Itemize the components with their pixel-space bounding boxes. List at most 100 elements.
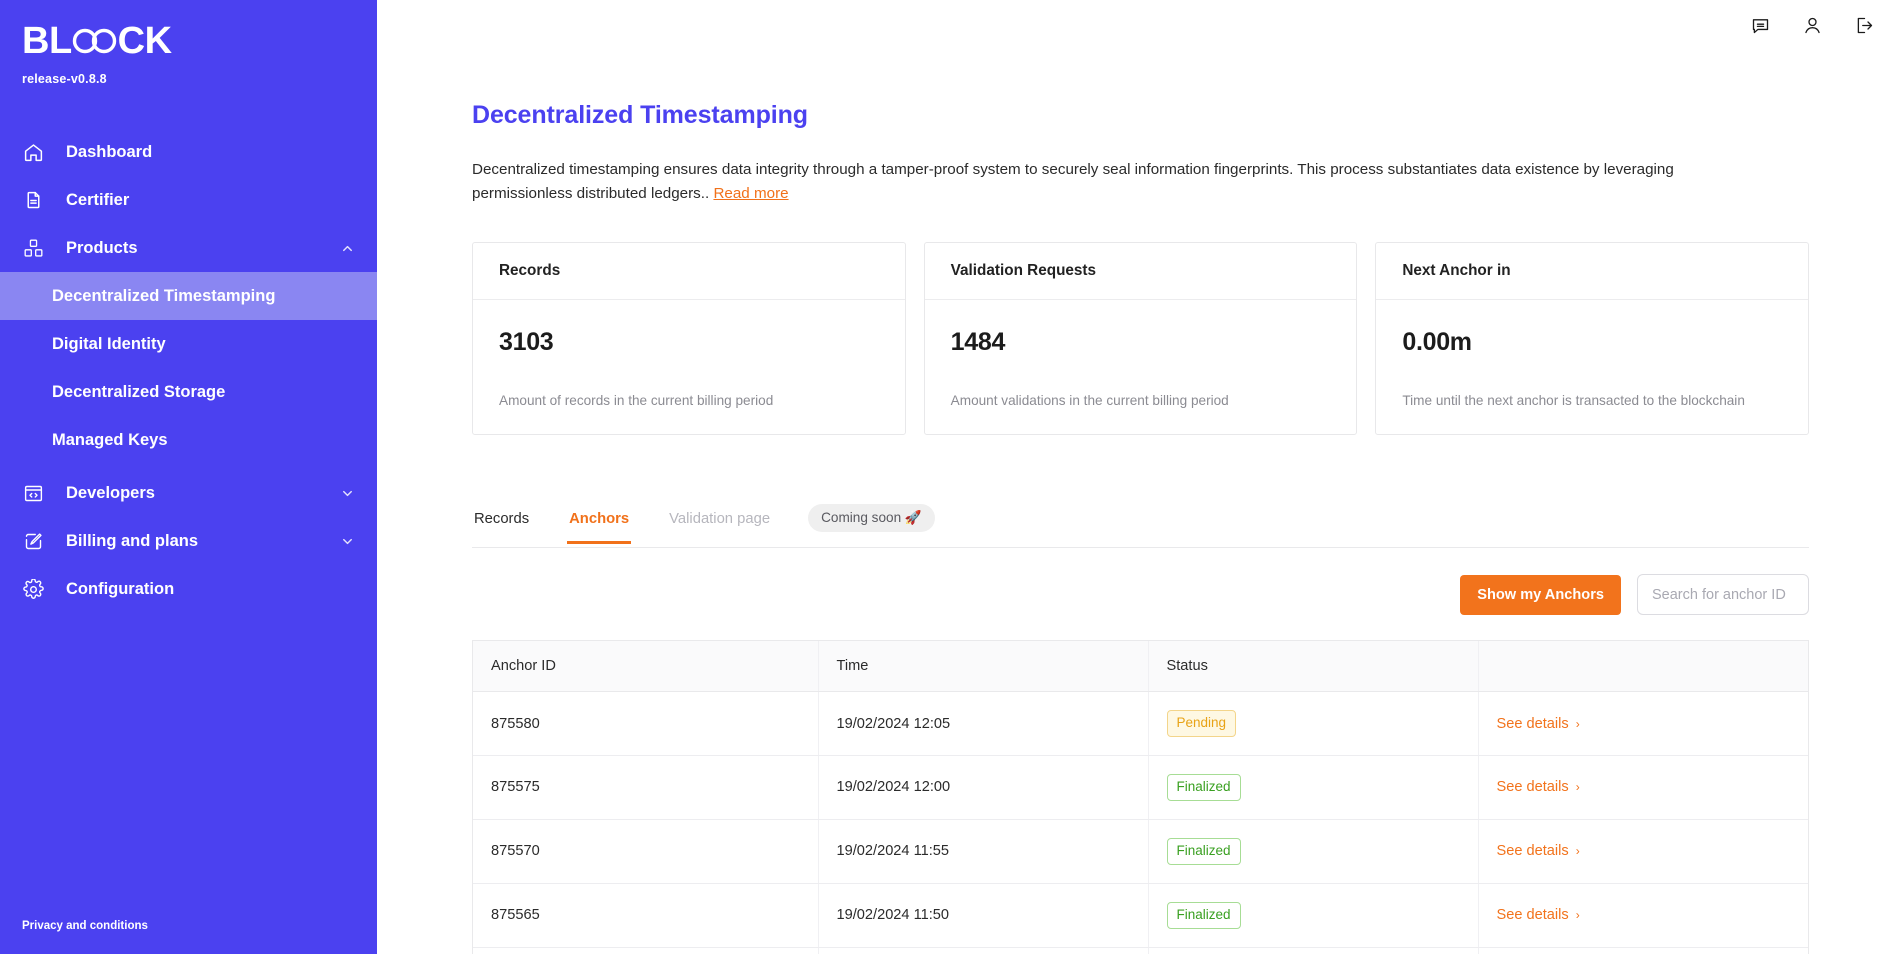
document-icon bbox=[22, 189, 44, 211]
cell-status: Finalized bbox=[1148, 819, 1479, 884]
cell-status: Pending bbox=[1148, 691, 1479, 756]
stat-card-body: 0.00m Time until the next anchor is tran… bbox=[1376, 300, 1808, 434]
stat-card-description: Time until the next anchor is transacted… bbox=[1402, 393, 1745, 409]
anchors-table: Anchor ID Time Status 875580 19/02/2024 … bbox=[472, 640, 1809, 954]
coming-soon-badge: Coming soon 🚀 bbox=[808, 504, 935, 533]
privacy-and-conditions-link[interactable]: Privacy and conditions bbox=[22, 920, 148, 932]
sidebar-item-label: Products bbox=[66, 238, 138, 257]
sidebar-subitem-label: Decentralized Timestamping bbox=[52, 286, 276, 305]
sidebar-subitem-label: Decentralized Storage bbox=[52, 382, 226, 401]
app-root: BL CK release-v0.8.8 Dashboard Certifier… bbox=[0, 0, 1903, 954]
see-details-link[interactable]: See details › bbox=[1497, 779, 1580, 795]
sidebar-item-dashboard[interactable]: Dashboard bbox=[0, 128, 377, 176]
read-more-link[interactable]: Read more bbox=[713, 185, 788, 202]
see-details-link[interactable]: See details › bbox=[1497, 843, 1580, 859]
chevron-right-icon: › bbox=[1575, 780, 1580, 795]
user-icon[interactable] bbox=[1801, 14, 1823, 36]
show-my-anchors-button[interactable]: Show my Anchors bbox=[1460, 574, 1621, 615]
see-details-link[interactable]: See details › bbox=[1497, 716, 1580, 732]
table-row: 875560 19/02/2024 11:45 Finalized See de… bbox=[473, 947, 1808, 954]
cell-time: 19/02/2024 11:45 bbox=[818, 947, 1149, 954]
cell-time: 19/02/2024 11:55 bbox=[818, 819, 1149, 884]
cell-status: Finalized bbox=[1148, 947, 1479, 954]
topbar bbox=[377, 0, 1903, 40]
sidebar-item-digital-identity[interactable]: Digital Identity bbox=[0, 320, 377, 368]
column-header-anchor-id: Anchor ID bbox=[473, 641, 819, 693]
brand: BL CK release-v0.8.8 bbox=[0, 0, 377, 86]
sidebar: BL CK release-v0.8.8 Dashboard Certifier… bbox=[0, 0, 377, 954]
tab-anchors[interactable]: Anchors bbox=[567, 511, 632, 544]
table-header-row: Anchor ID Time Status bbox=[473, 641, 1808, 693]
stat-card-description: Amount validations in the current billin… bbox=[950, 393, 1229, 409]
see-details-label: See details bbox=[1496, 779, 1569, 796]
page-intro: Decentralized timestamping ensures data … bbox=[472, 158, 1772, 205]
stat-card-title: Records bbox=[473, 243, 905, 301]
cell-actions: See details › bbox=[1478, 691, 1808, 756]
stat-card-records: Records 3103 Amount of records in the cu… bbox=[472, 242, 906, 436]
table-row: 875580 19/02/2024 12:05 Pending See deta… bbox=[473, 691, 1808, 756]
status-badge: Pending bbox=[1166, 710, 1237, 737]
cell-anchor-id: 875565 bbox=[473, 883, 819, 948]
table-body: 875580 19/02/2024 12:05 Pending See deta… bbox=[473, 691, 1808, 954]
content-area: Decentralized Timestamping Decentralized… bbox=[377, 40, 1903, 954]
sidebar-item-label: Billing and plans bbox=[66, 531, 199, 550]
chevron-down-icon[interactable] bbox=[340, 486, 355, 501]
sidebar-item-label: Developers bbox=[66, 483, 155, 502]
stat-card-body: 1484 Amount validations in the current b… bbox=[925, 300, 1357, 434]
chevron-up-icon[interactable] bbox=[340, 241, 355, 256]
cell-anchor-id: 875575 bbox=[473, 755, 819, 820]
release-version: release-v0.8.8 bbox=[22, 72, 107, 86]
tab-records[interactable]: Records bbox=[472, 511, 531, 544]
logout-icon[interactable] bbox=[1853, 14, 1875, 36]
home-icon bbox=[22, 141, 44, 163]
sidebar-item-managed-keys[interactable]: Managed Keys bbox=[0, 416, 377, 464]
sidebar-subitem-label: Digital Identity bbox=[52, 334, 166, 353]
main-content: Decentralized Timestamping Decentralized… bbox=[377, 0, 1903, 954]
chevron-down-icon[interactable] bbox=[340, 534, 355, 549]
cell-anchor-id: 875560 bbox=[473, 947, 819, 954]
chat-bubble-icon[interactable] bbox=[1749, 14, 1771, 36]
cell-status: Finalized bbox=[1148, 755, 1479, 820]
table-toolbar: Show my Anchors bbox=[472, 574, 1809, 616]
sidebar-item-products[interactable]: Products bbox=[0, 224, 377, 272]
see-details-link[interactable]: See details › bbox=[1497, 907, 1580, 923]
stat-card-value: 3103 bbox=[499, 328, 554, 357]
stat-card-title: Next Anchor in bbox=[1376, 243, 1809, 301]
column-header-status: Status bbox=[1148, 641, 1479, 693]
see-details-label: See details bbox=[1496, 907, 1569, 924]
stat-card-value: 1484 bbox=[950, 328, 1006, 357]
cell-time: 19/02/2024 11:50 bbox=[818, 883, 1149, 948]
cell-actions: See details › bbox=[1478, 947, 1808, 954]
chevron-right-icon: › bbox=[1575, 844, 1580, 859]
see-details-label: See details bbox=[1496, 715, 1569, 732]
search-anchor-input[interactable] bbox=[1637, 574, 1809, 616]
cell-actions: See details › bbox=[1478, 819, 1808, 884]
code-window-icon bbox=[22, 482, 44, 504]
sidebar-subitem-label: Managed Keys bbox=[52, 430, 168, 449]
sidebar-item-certifier[interactable]: Certifier bbox=[0, 176, 377, 224]
sidebar-nav: Dashboard Certifier Products Decentraliz… bbox=[0, 128, 377, 613]
cell-anchor-id: 875580 bbox=[473, 691, 819, 756]
sidebar-item-configuration[interactable]: Configuration bbox=[0, 565, 377, 613]
sidebar-item-label: Certifier bbox=[66, 190, 130, 209]
table-row: 875570 19/02/2024 11:55 Finalized See de… bbox=[473, 819, 1808, 884]
sidebar-item-decentralized-timestamping[interactable]: Decentralized Timestamping bbox=[0, 272, 377, 320]
stat-cards: Records 3103 Amount of records in the cu… bbox=[472, 242, 1810, 436]
table-head: Anchor ID Time Status bbox=[473, 641, 1808, 693]
tab-validation-page: Validation page bbox=[669, 510, 771, 527]
cubes-icon bbox=[22, 237, 44, 259]
stat-card-next-anchor-in: Next Anchor in 0.00m Time until the next… bbox=[1375, 242, 1810, 436]
stat-card-body: 3103 Amount of records in the current bi… bbox=[473, 300, 905, 434]
page-title: Decentralized Timestamping bbox=[472, 101, 808, 129]
sidebar-item-decentralized-storage[interactable]: Decentralized Storage bbox=[0, 368, 377, 416]
cell-time: 19/02/2024 12:05 bbox=[818, 691, 1149, 756]
tab-bar: Records Anchors Validation page Coming s… bbox=[472, 504, 1809, 549]
bloock-logo: BL CK bbox=[22, 20, 172, 62]
cell-actions: See details › bbox=[1478, 755, 1808, 820]
chevron-right-icon: › bbox=[1575, 908, 1580, 923]
table-row: 875575 19/02/2024 12:00 Finalized See de… bbox=[473, 755, 1808, 820]
sidebar-item-billing-and-plans[interactable]: Billing and plans bbox=[0, 517, 377, 565]
sidebar-item-developers[interactable]: Developers bbox=[0, 469, 377, 517]
cell-anchor-id: 875570 bbox=[473, 819, 819, 884]
sidebar-item-label: Dashboard bbox=[66, 142, 153, 161]
